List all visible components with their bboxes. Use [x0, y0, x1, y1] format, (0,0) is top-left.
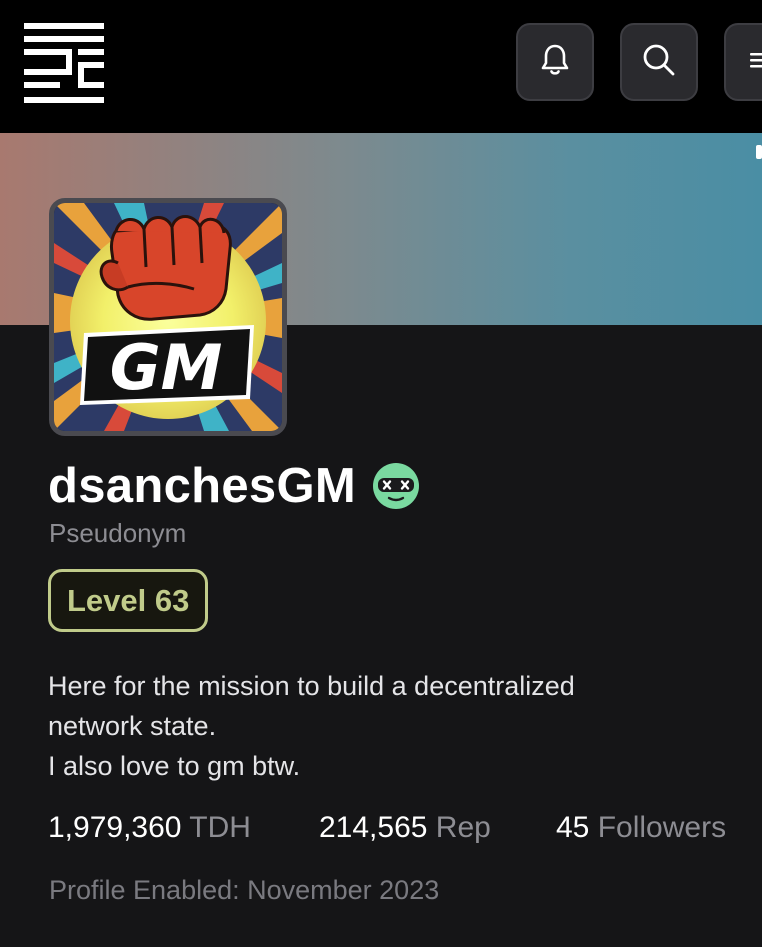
- bell-icon: [539, 43, 571, 82]
- stat-followers[interactable]: 45 Followers: [556, 811, 726, 845]
- notifications-button[interactable]: [516, 23, 594, 101]
- menu-button[interactable]: [724, 23, 762, 101]
- profile-subtitle: Pseudonym: [49, 518, 187, 548]
- avatar-gm-text: GM: [110, 331, 223, 404]
- stat-rep-label: Rep: [435, 811, 491, 844]
- profile-avatar[interactable]: GM: [49, 198, 287, 436]
- gamer-face-badge-icon[interactable]: [372, 462, 420, 510]
- top-header: [0, 0, 762, 133]
- bio-line: I also love to gm btw.: [48, 751, 301, 781]
- profile-enabled-date: Profile Enabled: November 2023: [49, 875, 440, 905]
- profile-name-row: dsanchesGM: [48, 456, 420, 516]
- stat-tdh[interactable]: 1,979,360 TDH: [48, 811, 251, 845]
- level-badge[interactable]: Level 63: [48, 569, 209, 632]
- brand-logo-icon[interactable]: [24, 23, 104, 103]
- stat-rep[interactable]: 214,565 Rep: [319, 811, 491, 845]
- stat-tdh-label: TDH: [189, 811, 251, 844]
- menu-icon: [750, 51, 762, 74]
- banner-edge-mark: [756, 145, 762, 159]
- bio-line: network state.: [48, 711, 217, 741]
- stat-followers-value: 45: [556, 811, 590, 844]
- stat-followers-label: Followers: [597, 811, 727, 844]
- profile-page: GM dsanchesGM Pseudonym Level 63 Here fo…: [0, 0, 762, 947]
- profile-bio: Here for the mission to build a decentra…: [48, 666, 748, 786]
- search-button[interactable]: [620, 23, 698, 101]
- stat-rep-value: 214,565: [319, 811, 428, 844]
- bio-line: Here for the mission to build a decentra…: [48, 671, 575, 701]
- search-icon: [641, 42, 677, 83]
- display-name: dsanchesGM: [48, 459, 356, 513]
- stat-tdh-value: 1,979,360: [48, 811, 182, 844]
